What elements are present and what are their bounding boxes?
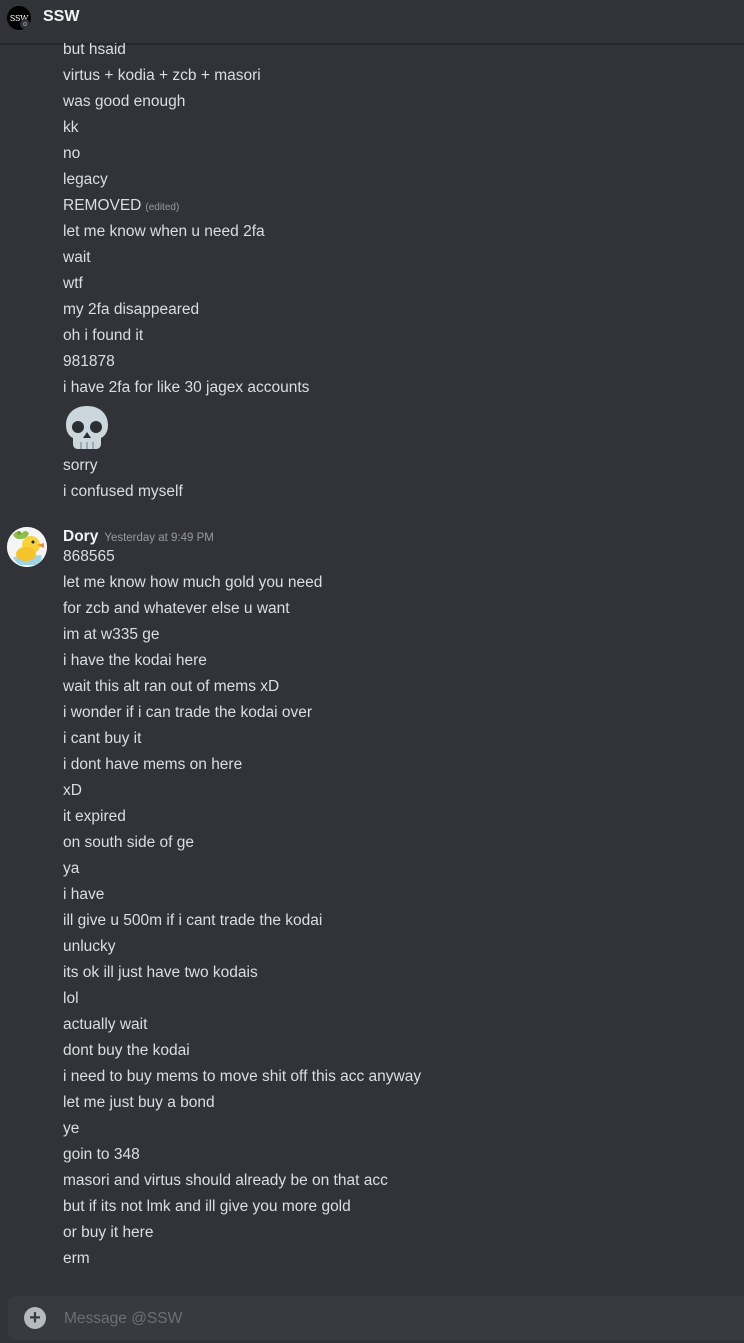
message-line[interactable]: xD [63, 778, 82, 804]
message-line[interactable]: sorry [63, 453, 97, 479]
message-line[interactable]: no [63, 141, 80, 167]
avatar[interactable] [7, 527, 47, 567]
channel-title[interactable]: SSW [43, 8, 79, 26]
message-line[interactable]: i cant buy it [63, 726, 141, 752]
message-line[interactable]: oh i found it [63, 323, 143, 349]
message-line[interactable]: wtf [63, 271, 83, 297]
message-line[interactable]: let me know how much gold you need [63, 570, 322, 596]
author-name[interactable]: Dory [63, 528, 98, 545]
leaf-icon [7, 1294, 47, 1295]
next-message-avatar [7, 1291, 47, 1295]
message-line[interactable]: 868565 [63, 544, 115, 570]
message-line[interactable]: 981878 [63, 349, 115, 375]
message-line[interactable]: REMOVED (edited) [63, 193, 179, 219]
message-line[interactable]: ye [63, 1116, 79, 1142]
channel-header: SSW SSW [0, 0, 744, 44]
message-text: REMOVED [63, 197, 142, 214]
message-line[interactable]: kk [63, 115, 79, 141]
message-line[interactable]: i have 2fa for like 30 jagex accounts [63, 375, 309, 401]
message-line[interactable]: i confused myself [63, 479, 183, 505]
message-line[interactable]: virtus + kodia + zcb + masori [63, 63, 261, 89]
message-line[interactable]: i have [63, 882, 104, 908]
message-line[interactable]: wait [63, 245, 91, 271]
message-input[interactable] [62, 1296, 726, 1342]
message-line[interactable]: it expired [63, 804, 126, 830]
message-line[interactable]: but hsaid [63, 43, 126, 63]
message-list: but hsaid virtus + kodia + zcb + masori … [0, 43, 744, 1295]
message-line[interactable]: was good enough [63, 89, 185, 115]
message-line[interactable]: i need to buy mems to move shit off this… [63, 1064, 421, 1090]
message-line[interactable]: erm [63, 1246, 90, 1272]
message-line[interactable]: or buy it here [63, 1220, 153, 1246]
attach-plus-icon[interactable]: + [24, 1307, 46, 1329]
message-line[interactable]: its ok ill just have two kodais [63, 960, 258, 986]
message-line[interactable]: i wonder if i can trade the kodai over [63, 700, 312, 726]
message-line[interactable]: ya [63, 856, 79, 882]
message-line[interactable]: my 2fa disappeared [63, 297, 199, 323]
message-composer: + [8, 1296, 744, 1342]
edited-label: (edited) [145, 202, 180, 213]
message-line[interactable]: legacy [63, 167, 108, 193]
message-line[interactable]: lol [63, 986, 79, 1012]
message-line[interactable]: masori and virtus should already be on t… [63, 1168, 388, 1194]
message-line[interactable]: unlucky [63, 934, 116, 960]
message-line[interactable]: goin to 348 [63, 1142, 140, 1168]
message-line[interactable]: but if its not lmk and ill give you more… [63, 1194, 351, 1220]
message-timestamp[interactable]: Yesterday at 9:49 PM [104, 532, 214, 544]
message-line[interactable]: on south side of ge [63, 830, 194, 856]
message-line[interactable]: let me know when u need 2fa [63, 219, 265, 245]
message-line[interactable]: i have the kodai here [63, 648, 207, 674]
message-line[interactable]: let me just buy a bond [63, 1090, 215, 1116]
message-line[interactable]: actually wait [63, 1012, 147, 1038]
message-line[interactable]: wait this alt ran out of mems xD [63, 674, 279, 700]
status-indicator-icon [20, 19, 30, 29]
message-line[interactable]: dont buy the kodai [63, 1038, 190, 1064]
duck-avatar-icon [7, 527, 47, 567]
message-line[interactable]: for zcb and whatever else u want [63, 596, 290, 622]
message-line[interactable]: i dont have mems on here [63, 752, 242, 778]
skull-icon[interactable] [63, 404, 111, 452]
message-line[interactable]: ill give u 500m if i cant trade the koda… [63, 908, 322, 934]
message-line[interactable]: im at w335 ge [63, 622, 160, 648]
